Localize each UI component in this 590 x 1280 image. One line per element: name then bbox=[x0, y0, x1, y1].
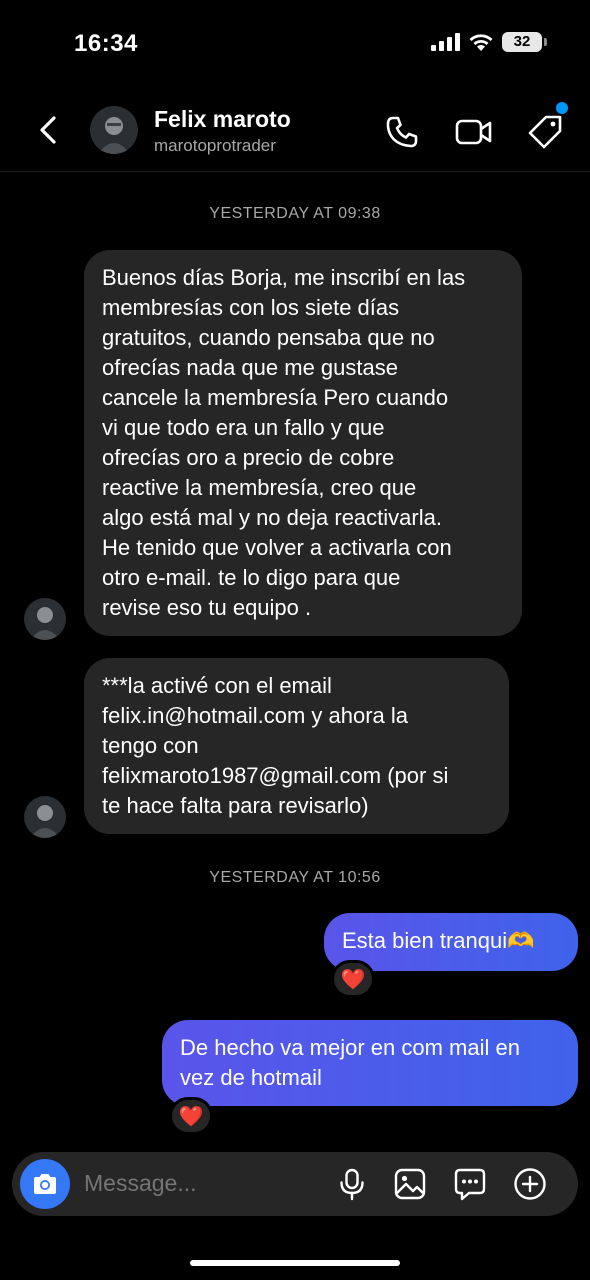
message-bubble-incoming[interactable]: Buenos días Borja, me inscribí en las me… bbox=[84, 250, 522, 636]
avatar[interactable] bbox=[90, 106, 138, 154]
message-line: vez de hotmail bbox=[180, 1065, 322, 1090]
back-chevron-icon[interactable] bbox=[32, 110, 66, 150]
reaction-emoji: ❤️ bbox=[178, 1105, 204, 1128]
chat-header: Felix maroto marotoprotrader bbox=[0, 90, 590, 172]
message-composer bbox=[12, 1152, 578, 1216]
message-line: De hecho va mejor en com mail en bbox=[180, 1035, 520, 1060]
cellular-signal-icon bbox=[431, 33, 460, 51]
plus-icon[interactable] bbox=[512, 1166, 548, 1202]
contact-name[interactable]: Felix maroto bbox=[154, 106, 291, 133]
message-bubble-incoming[interactable]: ***la activé con el email felix.in@hotma… bbox=[84, 658, 509, 834]
wifi-icon bbox=[469, 34, 493, 51]
timestamp: YESTERDAY AT 09:38 bbox=[209, 205, 381, 222]
heart-reaction-icon[interactable]: ❤️ bbox=[331, 960, 375, 998]
heart-reaction-icon[interactable]: ❤️ bbox=[169, 1097, 213, 1135]
message-line: He tenido que volver a activarla con bbox=[102, 535, 452, 560]
gallery-icon[interactable] bbox=[392, 1166, 428, 1202]
reaction-emoji: ❤️ bbox=[340, 968, 366, 991]
avatar[interactable] bbox=[24, 796, 66, 838]
message-line: Esta bien tranqui🫶 bbox=[342, 928, 535, 953]
message-line: tengo con bbox=[102, 733, 199, 758]
message-input[interactable] bbox=[84, 1170, 304, 1197]
message-bubble-outgoing[interactable]: De hecho va mejor en com mail en vez de … bbox=[162, 1020, 578, 1106]
message-line: ofrecías nada que me gustase bbox=[102, 355, 398, 380]
message-line: ***la activé con el email bbox=[102, 673, 332, 698]
tag-icon[interactable] bbox=[526, 112, 566, 152]
microphone-icon[interactable] bbox=[334, 1166, 370, 1202]
camera-icon bbox=[34, 1174, 56, 1194]
phone-icon[interactable] bbox=[382, 112, 422, 152]
message-line: gratuitos, cuando pensaba que no bbox=[102, 325, 435, 350]
status-time: 16:34 bbox=[74, 30, 138, 57]
message-line: reactive la membresía, creo que bbox=[102, 475, 417, 500]
message-line: revise eso tu equipo . bbox=[102, 595, 312, 620]
message-line: te hace falta para revisarlo) bbox=[102, 793, 369, 818]
message-line: algo está mal y no deja reactivarla. bbox=[102, 505, 442, 530]
video-camera-icon[interactable] bbox=[454, 112, 494, 152]
home-indicator[interactable] bbox=[190, 1260, 400, 1266]
message-line: felix.in@hotmail.com y ahora la bbox=[102, 703, 409, 728]
notification-dot bbox=[556, 102, 568, 114]
avatar[interactable] bbox=[24, 598, 66, 640]
message-line: vi que todo era un fallo y que bbox=[102, 415, 385, 440]
message-line: Buenos días Borja, me inscribí en las bbox=[102, 265, 466, 290]
message-line: cancele la membresía Pero cuando bbox=[102, 385, 449, 410]
sticker-icon[interactable] bbox=[452, 1166, 488, 1202]
camera-button[interactable] bbox=[20, 1159, 70, 1209]
message-line: ofrecías oro a precio de cobre bbox=[102, 445, 395, 470]
battery-level: 32 bbox=[513, 33, 531, 50]
status-icons: 32 bbox=[431, 32, 547, 52]
battery-icon: 32 bbox=[502, 32, 547, 52]
status-bar: 16:34 32 bbox=[0, 0, 590, 90]
contact-username[interactable]: marotoprotrader bbox=[154, 136, 276, 156]
timestamp: YESTERDAY AT 10:56 bbox=[209, 869, 381, 886]
message-line: otro e-mail. te lo digo para que bbox=[102, 565, 401, 590]
message-line: felixmaroto1987@gmail.com (por si bbox=[102, 763, 449, 788]
message-line: membresías con los siete días bbox=[102, 295, 400, 320]
